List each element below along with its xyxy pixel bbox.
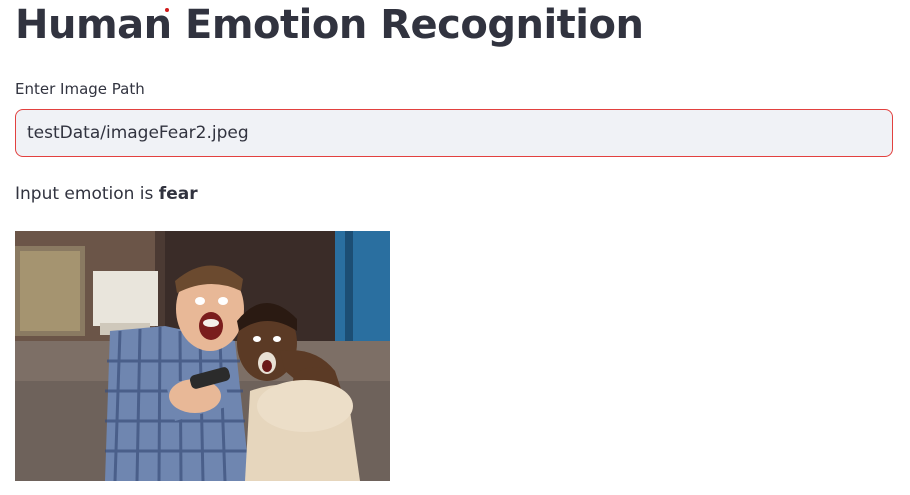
mouse-cursor-indicator: [165, 8, 169, 12]
input-image-illustration: [15, 231, 390, 481]
emotion-result: Input emotion is fear: [15, 184, 198, 204]
image-path-input[interactable]: [16, 110, 892, 156]
page-title: Human Emotion Recognition: [15, 2, 644, 48]
emotion-result-prefix: Input emotion is: [15, 184, 159, 204]
emotion-result-value: fear: [158, 184, 198, 204]
image-path-label: Enter Image Path: [15, 80, 145, 98]
input-image: [15, 231, 390, 481]
image-path-input-container[interactable]: [15, 109, 893, 157]
app-page: Human Emotion Recognition Enter Image Pa…: [0, 0, 910, 495]
